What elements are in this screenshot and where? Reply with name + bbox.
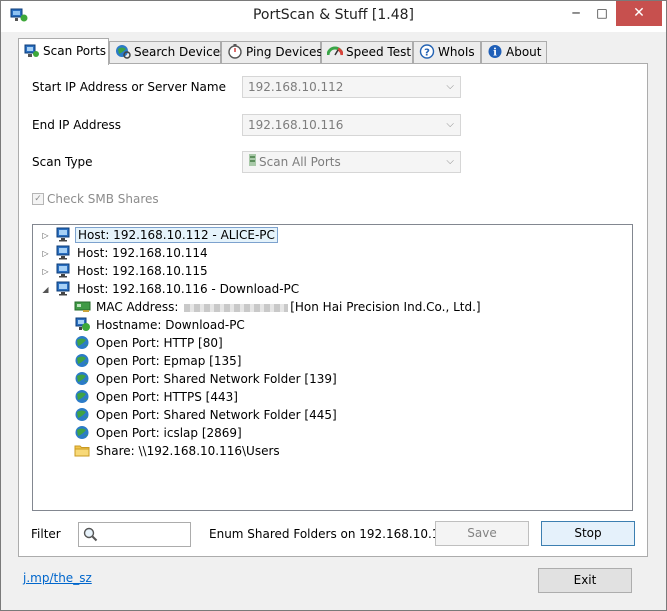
network-card-icon [74, 299, 91, 314]
tree-node-text: Hostname: Download-PC [96, 318, 245, 332]
mac-address-redacted [184, 303, 289, 312]
end-ip-value: 192.168.10.116 [248, 118, 344, 132]
save-button[interactable]: Save [435, 521, 529, 546]
close-button[interactable]: ✕ [616, 1, 662, 26]
results-tree[interactable]: ▷ Host: 192.168.10.112 - ALICE-PC ▷ Host… [32, 224, 633, 511]
folder-icon [74, 443, 91, 458]
svg-text:?: ? [424, 48, 430, 59]
tree-node-mac[interactable]: MAC Address: [Hon Hai Precision Ind.Co.,… [74, 299, 483, 317]
search-icon [83, 527, 98, 545]
tree-node-share[interactable]: Share: \\192.168.10.116\Users [74, 443, 282, 461]
scan-type-label: Scan Type [32, 155, 93, 169]
computer-icon [55, 245, 72, 260]
stop-button[interactable]: Stop [541, 521, 635, 546]
tree-node-port[interactable]: Open Port: Shared Network Folder [445] [74, 407, 339, 425]
tree-node-text: Open Port: icslap [2869] [96, 426, 242, 440]
tree-node-text: Host: 192.168.10.112 - ALICE-PC [75, 227, 278, 243]
end-ip-label: End IP Address [32, 118, 121, 132]
filter-label: Filter [31, 527, 61, 541]
tree-node-text: Open Port: Shared Network Folder [139] [96, 372, 337, 386]
end-ip-combo[interactable]: 192.168.10.116 ⌵ [242, 114, 461, 136]
tree-node-port[interactable]: Open Port: HTTPS [443] [74, 389, 240, 407]
status-text: Enum Shared Folders on 192.168.10.116... [209, 527, 467, 541]
tree-node-port[interactable]: Open Port: Shared Network Folder [139] [74, 371, 339, 389]
website-link[interactable]: j.mp/the_sz [23, 571, 92, 585]
mac-label: MAC Address: [96, 300, 183, 314]
globe-icon [74, 335, 91, 350]
tree-node-hostname[interactable]: Hostname: Download-PC [74, 317, 247, 335]
check-smb-row[interactable]: ✓ Check SMB Shares [32, 192, 159, 206]
check-smb-checkbox[interactable]: ✓ [32, 192, 44, 205]
tree-node-host[interactable]: Host: 192.168.10.114 [55, 245, 210, 263]
tab-label: About [506, 45, 542, 59]
tree-node-text: Share: \\192.168.10.116\Users [96, 444, 280, 458]
tree-node-host[interactable]: Host: 192.168.10.115 [55, 263, 210, 281]
expander-collapsed-icon[interactable]: ▷ [41, 249, 50, 258]
start-ip-label: Start IP Address or Server Name [32, 80, 226, 94]
expander-expanded-icon[interactable]: ◢ [41, 285, 50, 294]
filter-input[interactable] [78, 522, 191, 547]
tree-node-text: Open Port: HTTPS [443] [96, 390, 238, 404]
tab-label: Speed Test [346, 45, 412, 59]
tree-node-port[interactable]: Open Port: HTTP [80] [74, 335, 225, 353]
chevron-down-icon: ⌵ [446, 81, 454, 92]
tab-label: Ping Devices [246, 45, 323, 59]
computer-icon [55, 281, 72, 296]
help-question-icon: ? [419, 44, 435, 59]
tree-node-text: Host: 192.168.10.116 - Download-PC [77, 282, 300, 296]
globe-icon [74, 389, 91, 404]
globe-icon [74, 407, 91, 422]
maximize-button[interactable]: □ [587, 1, 617, 26]
expander-collapsed-icon[interactable]: ▷ [41, 267, 50, 276]
tab-whois[interactable]: ? WhoIs [413, 41, 481, 64]
tree-node-text: Open Port: Shared Network Folder [445] [96, 408, 337, 422]
scan-type-icon [248, 152, 259, 172]
stopwatch-icon [227, 44, 243, 59]
scan-ports-panel: Start IP Address or Server Name 192.168.… [18, 63, 648, 557]
tree-node-text: Host: 192.168.10.115 [77, 264, 208, 278]
tab-label: Scan Ports [43, 44, 107, 58]
computer-icon [55, 263, 72, 278]
chevron-down-icon: ⌵ [446, 156, 454, 167]
tab-label: Search Devices [134, 45, 227, 59]
tab-about[interactable]: i About [481, 41, 547, 64]
globe-icon [74, 425, 91, 440]
tab-speed-test[interactable]: Speed Test [321, 41, 413, 64]
expander-collapsed-icon[interactable]: ▷ [41, 231, 50, 240]
start-ip-value: 192.168.10.112 [248, 80, 344, 94]
tab-search-devices[interactable]: Search Devices [109, 41, 226, 64]
tab-label: WhoIs [438, 45, 475, 59]
tree-node-text: Open Port: Epmap [135] [96, 354, 242, 368]
tab-scan-ports[interactable]: Scan Ports [18, 38, 109, 65]
start-ip-combo[interactable]: 192.168.10.112 ⌵ [242, 76, 461, 98]
globe-search-icon [115, 44, 131, 59]
tree-node-text: Open Port: HTTP [80] [96, 336, 223, 350]
network-scan-icon [24, 43, 40, 58]
exit-button[interactable]: Exit [538, 568, 632, 593]
speedometer-icon [326, 44, 344, 59]
scan-type-value: Scan All Ports [259, 155, 341, 169]
tree-node-host[interactable]: Host: 192.168.10.116 - Download-PC [55, 281, 301, 299]
title-bar[interactable]: PortScan & Stuff [1.48] ─ □ ✕ [1, 1, 666, 32]
globe-icon [74, 371, 91, 386]
hostname-icon [74, 317, 91, 332]
mac-vendor: [Hon Hai Precision Ind.Co., Ltd.] [290, 300, 481, 314]
chevron-down-icon: ⌵ [446, 119, 454, 130]
tree-node-text: Host: 192.168.10.114 [77, 246, 208, 260]
check-smb-label: Check SMB Shares [47, 192, 159, 206]
svg-text:i: i [493, 48, 497, 59]
tree-node-port[interactable]: Open Port: Epmap [135] [74, 353, 243, 371]
info-icon: i [487, 44, 503, 59]
scan-type-combo[interactable]: Scan All Ports ⌵ [242, 151, 461, 173]
tab-ping-devices[interactable]: Ping Devices [221, 41, 323, 64]
computer-icon [55, 227, 72, 242]
app-window: PortScan & Stuff [1.48] ─ □ ✕ Scan Ports… [0, 0, 667, 611]
globe-icon [74, 353, 91, 368]
tree-node-port[interactable]: Open Port: icslap [2869] [74, 425, 244, 443]
tree-node-host[interactable]: Host: 192.168.10.112 - ALICE-PC [55, 227, 278, 245]
